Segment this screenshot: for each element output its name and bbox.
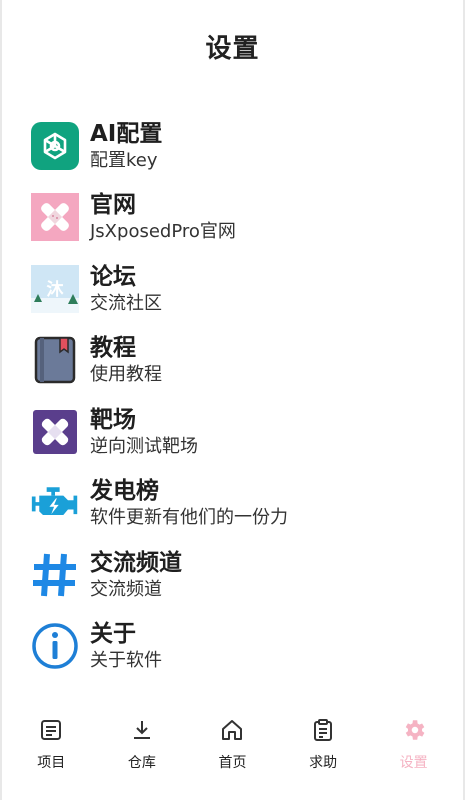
bottom-navigation: 项目 仓库 首页 求助 设置: [2, 704, 463, 800]
menu-item-subtitle: 软件更新有他们的一份力: [90, 507, 288, 529]
nav-tab-home[interactable]: 首页: [192, 704, 272, 772]
nav-tab-repository[interactable]: 仓库: [102, 704, 182, 772]
list-icon: [37, 716, 65, 744]
hash-icon: [30, 550, 80, 600]
svg-text:沐: 沐: [47, 280, 65, 300]
menu-item-ai-config[interactable]: AI配置 配置key: [30, 110, 443, 182]
home-icon: [218, 716, 246, 744]
menu-item-title: 官网: [90, 192, 136, 219]
menu-item-website[interactable]: 官网 JsXposedPro官网: [30, 182, 443, 254]
nav-tab-label: 求助: [309, 755, 338, 771]
menu-item-title: 交流频道: [90, 549, 182, 576]
gear-icon: [400, 716, 428, 744]
nav-tab-help[interactable]: 求助: [283, 704, 363, 772]
nav-tab-label: 设置: [399, 755, 428, 771]
book-icon: [30, 335, 80, 385]
nav-tab-label: 仓库: [127, 755, 156, 771]
menu-item-subtitle: 关于软件: [90, 650, 162, 672]
engine-icon: [30, 478, 80, 528]
menu-item-forum[interactable]: 沐 论坛 交流社区: [30, 253, 443, 325]
info-icon: [30, 621, 80, 671]
nav-tab-label: 首页: [218, 755, 247, 771]
download-icon: [128, 716, 156, 744]
menu-item-title: 关于: [90, 621, 136, 648]
menu-item-subtitle: 交流频道: [90, 578, 162, 600]
menu-item-tutorial[interactable]: 教程 使用教程: [30, 325, 443, 397]
target-patch-icon: [30, 407, 80, 457]
menu-item-target-range[interactable]: 靶场 逆向测试靶场: [30, 396, 443, 468]
patch-icon: [30, 192, 80, 242]
menu-item-about[interactable]: 关于 关于软件: [30, 611, 443, 683]
menu-item-title: 发电榜: [90, 478, 159, 505]
settings-menu-list: AI配置 配置key 官网 JsXposedPro官网 沐 论坛 交流社区 教程…: [30, 110, 443, 682]
menu-item-subtitle: 交流社区: [90, 292, 162, 314]
nav-tab-projects[interactable]: 项目: [11, 704, 91, 772]
forum-snow-icon: 沐: [30, 264, 80, 314]
menu-item-title: 论坛: [90, 263, 136, 290]
menu-item-subtitle: 逆向测试靶场: [90, 435, 198, 457]
menu-item-title: 教程: [90, 335, 136, 362]
openai-icon: [30, 121, 80, 171]
menu-item-sponsors[interactable]: 发电榜 软件更新有他们的一份力: [30, 468, 443, 540]
nav-tab-settings[interactable]: 设置: [374, 704, 454, 772]
menu-item-subtitle: 配置key: [90, 149, 158, 171]
clipboard-icon: [309, 716, 337, 744]
menu-item-title: 靶场: [90, 406, 136, 433]
nav-tab-label: 项目: [37, 755, 66, 771]
menu-item-channel[interactable]: 交流频道 交流频道: [30, 539, 443, 611]
menu-item-title: AI配置: [90, 120, 163, 147]
menu-item-subtitle: 使用教程: [90, 364, 162, 386]
menu-item-subtitle: JsXposedPro官网: [90, 221, 236, 243]
settings-screen: 设置 AI配置 配置key 官网 JsXposedPro官网 沐 论坛 交流社区…: [0, 0, 465, 800]
page-title: 设置: [205, 34, 260, 64]
